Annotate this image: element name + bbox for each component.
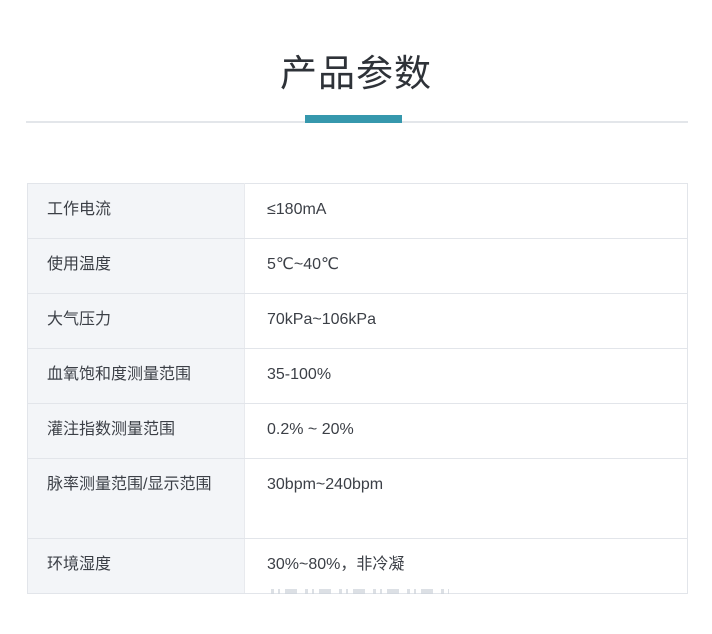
spec-label: 血氧饱和度测量范围 — [28, 349, 245, 404]
spec-value: 30bpm~240bpm — [245, 459, 688, 539]
spec-label: 工作电流 — [28, 184, 245, 239]
table-row: 脉率测量范围/显示范围 30bpm~240bpm — [28, 459, 688, 539]
table-row: 灌注指数测量范围 0.2% ~ 20% — [28, 404, 688, 459]
section-title: 产品参数 — [0, 53, 712, 95]
spec-label: 脉率测量范围/显示范围 — [28, 459, 245, 539]
table-row: 大气压力 70kPa~106kPa — [28, 294, 688, 349]
product-parameters-section: 产品参数 工作电流 ≤180mA 使用温度 5℃~40℃ 大气压力 70kPa~… — [0, 0, 712, 634]
spec-value: ≤180mA — [245, 184, 688, 239]
spec-table: 工作电流 ≤180mA 使用温度 5℃~40℃ 大气压力 70kPa~106kP… — [27, 183, 688, 594]
spec-label: 大气压力 — [28, 294, 245, 349]
spec-label: 环境湿度 — [28, 539, 245, 594]
spec-label: 使用温度 — [28, 239, 245, 294]
table-row: 血氧饱和度测量范围 35-100% — [28, 349, 688, 404]
spec-value: 5℃~40℃ — [245, 239, 688, 294]
spec-value: 30%~80%，非冷凝 — [245, 539, 688, 594]
table-row: 环境湿度 30%~80%，非冷凝 — [28, 539, 688, 594]
table-row: 使用温度 5℃~40℃ — [28, 239, 688, 294]
spec-value: 0.2% ~ 20% — [245, 404, 688, 459]
watermark-remnant — [271, 589, 449, 594]
spec-label: 灌注指数测量范围 — [28, 404, 245, 459]
title-accent-bar — [305, 115, 402, 123]
table-row: 工作电流 ≤180mA — [28, 184, 688, 239]
spec-value: 70kPa~106kPa — [245, 294, 688, 349]
spec-value: 35-100% — [245, 349, 688, 404]
